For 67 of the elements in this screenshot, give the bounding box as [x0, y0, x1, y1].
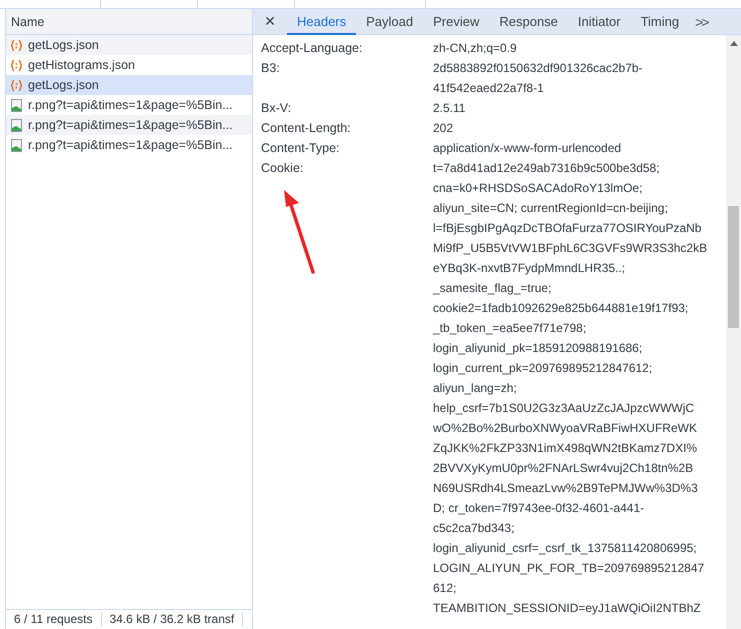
- header-value: 2.5.11: [433, 100, 466, 117]
- header-value: cna=k0+RHSDSoSACAdoRoY13lmOe;: [433, 180, 642, 197]
- header-value: LOGIN_ALIYUN_PK_FOR_TB=209769895212847: [433, 560, 704, 577]
- header-value: 2BVVXyKymU0pr%2FNArLSwr4vuj2Ch18tn%2B: [433, 460, 694, 477]
- header-name: Accept-Language:: [261, 40, 364, 57]
- header-value: 2d5883892f0150632df901326cac2b7b-: [433, 60, 643, 77]
- request-row[interactable]: getHistograms.json: [6, 55, 252, 75]
- header-name: Cookie:: [261, 160, 304, 177]
- request-name: r.png?t=api&times=1&page=%5Bin...: [28, 118, 233, 132]
- request-row[interactable]: getLogs.json: [6, 35, 252, 55]
- header-value: c5c2ca7bd343;: [433, 520, 514, 537]
- status-text: 34.6 kB / 36.2 kB transf: [102, 612, 244, 626]
- tab[interactable]: Preview: [423, 9, 490, 35]
- header-value: l=fBjEsgbIPgAqzDcTBOfaFurza77OSIRYouPzaNb: [433, 220, 702, 237]
- tab[interactable]: Payload: [356, 9, 424, 35]
- header-value: aliyun_site=CN; currentRegionId=cn-beijing;: [433, 200, 668, 217]
- request-row[interactable]: getLogs.json: [6, 75, 252, 95]
- status-text: 6 / 11 requests: [6, 612, 102, 626]
- scroll-up-icon[interactable]: [730, 41, 738, 46]
- header-value: eYBq3K-nxvtB7FydpMmndLHR35..;: [433, 260, 626, 277]
- header-value: wO%2Bo%2BurboXNWyoaVRaBFiwHXUFReWK: [433, 420, 697, 437]
- braces-icon: [10, 78, 23, 92]
- header-value: _samesite_flag_=true;: [433, 280, 552, 297]
- header-value: Mi9fP_U5B5VtVW1BFphL6C3GVFs9WR3S3hc2kB: [433, 240, 708, 257]
- header-value: login_current_pk=209769895212847612;: [433, 360, 652, 377]
- header-value: help_csrf=7b1S0U2G3z3AaUzZcJAJpzcWWWjC: [433, 400, 694, 417]
- header-value: _tb_token_=ea5ee7f71e798;: [433, 320, 586, 337]
- header-value: 612;: [433, 580, 456, 597]
- header-name: B3:: [261, 60, 281, 77]
- request-name: r.png?t=api&times=1&page=%5Bin...: [28, 98, 233, 112]
- header-value: N69USRdh4LSmeazLvw%2B9TePMJWw%3D%3: [433, 480, 698, 497]
- image-file-icon: [10, 138, 23, 152]
- header-name: Content-Type:: [261, 140, 341, 157]
- scrollbar-thumb[interactable]: [728, 206, 739, 328]
- header-value: TEAMBITION_SESSIONID=eyJ1aWQiOiI2NTBhZ: [433, 600, 701, 617]
- image-file-icon: [10, 118, 23, 132]
- header-value: aliyun_lang=zh;: [433, 380, 517, 397]
- tab[interactable]: Response: [489, 9, 568, 35]
- header-value: login_aliyunid_csrf=_csrf_tk_1375811420806995;: [433, 540, 697, 557]
- request-row[interactable]: r.png?t=api&times=1&page=%5Bin...: [6, 115, 252, 135]
- header-value: ZqJKK%2FkZP33N1imX498qWN2tBKamz7DXI%: [433, 440, 698, 457]
- request-name: getLogs.json: [28, 38, 99, 52]
- request-name: r.png?t=api&times=1&page=%5Bin...: [28, 138, 233, 152]
- request-row[interactable]: r.png?t=api&times=1&page=%5Bin...: [6, 135, 252, 155]
- tab[interactable]: Initiator: [568, 9, 631, 35]
- tab[interactable]: Headers: [287, 9, 356, 35]
- request-name: getLogs.json: [28, 78, 99, 92]
- tab[interactable]: Timing: [630, 9, 690, 35]
- header-value: 202: [433, 120, 454, 137]
- header-value: 41f542eaed22a7f8-1: [433, 80, 544, 97]
- braces-icon: [10, 38, 23, 52]
- request-row[interactable]: r.png?t=api&times=1&page=%5Bin...: [6, 95, 252, 115]
- image-file-icon: [10, 98, 23, 112]
- header-name: Bx-V:: [261, 100, 292, 117]
- header-value: cookie2=1fadb1092629e825b644881e19f17f93;: [433, 300, 688, 317]
- header-value: zh-CN,zh;q=0.9: [433, 40, 517, 57]
- braces-icon: [10, 58, 23, 72]
- request-name: getHistograms.json: [28, 58, 135, 72]
- header-value: t=7a8d41ad12e249ab7316b9c500be3d58;: [433, 160, 660, 177]
- close-button[interactable]: ✕: [253, 9, 287, 34]
- column-header[interactable]: Name: [11, 14, 44, 28]
- header-value: login_aliyunid_pk=1859120988191686;: [433, 340, 642, 357]
- header-name: Content-Length:: [261, 120, 352, 137]
- header-value: application/x-www-form-urlencoded: [433, 140, 622, 157]
- scrollbar[interactable]: [726, 35, 741, 629]
- more-tabs-button[interactable]: >>: [689, 9, 714, 34]
- header-value: D; cr_token=7f9743ee-0f32-4601-a441-: [433, 500, 644, 517]
